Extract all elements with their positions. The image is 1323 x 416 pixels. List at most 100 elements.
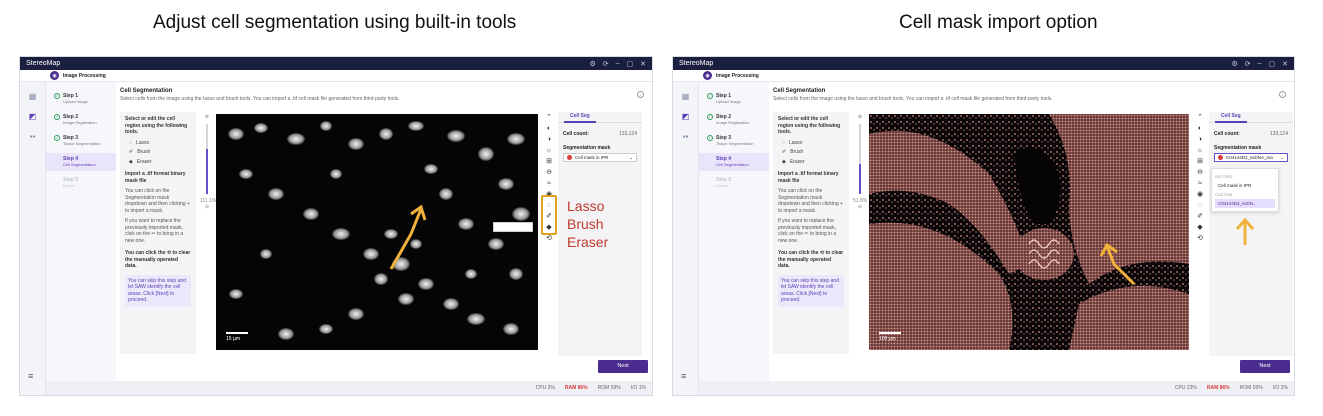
contrast-icon[interactable]: ◑ bbox=[544, 134, 554, 145]
mask-icon[interactable]: ≈ bbox=[1195, 178, 1205, 189]
zoom-reset-icon[interactable]: ⊖ bbox=[200, 204, 214, 210]
minimize-icon[interactable]: – bbox=[616, 60, 620, 68]
image-processing-icon[interactable]: ◩ bbox=[680, 112, 692, 122]
dashboard-icon[interactable]: ▦ bbox=[680, 92, 692, 102]
tab-image-processing[interactable]: Image Processing bbox=[716, 73, 759, 79]
annotation-eraser: Eraser bbox=[567, 234, 609, 250]
step-3[interactable]: ✓ Step 3 Tissue Segmentation bbox=[699, 132, 769, 150]
dropdown-option-custom[interactable]: C04144D2_ssDN... bbox=[1215, 199, 1275, 208]
import-header: Import a .tif format binary mask file bbox=[125, 171, 186, 184]
brush-tool-icon[interactable]: ✐ bbox=[1195, 211, 1205, 222]
clear-text: You can click the ⟲ to clear the manuall… bbox=[125, 250, 191, 269]
zoom-slider[interactable]: ⊕ 51.8% ⊖ bbox=[853, 114, 867, 224]
grid-icon[interactable]: ⊞ bbox=[544, 156, 554, 167]
layers-icon[interactable]: ◐ bbox=[1195, 123, 1205, 134]
step-3[interactable]: ✓ Step 3 Tissue Segmentation bbox=[46, 132, 116, 150]
brightness-icon[interactable]: ☼ bbox=[1195, 145, 1205, 156]
minimize-icon[interactable]: – bbox=[1258, 60, 1262, 68]
maximize-icon[interactable]: ▢ bbox=[1269, 60, 1276, 68]
contrast-icon[interactable]: ◑ bbox=[1195, 134, 1205, 145]
annotation-brush: Brush bbox=[567, 216, 604, 232]
info-icon[interactable]: i bbox=[637, 91, 644, 98]
grid-icon[interactable]: ⊞ bbox=[1195, 156, 1205, 167]
zoom-in-icon[interactable]: ⊕ bbox=[200, 114, 214, 120]
cell-count-value: 133,124 bbox=[618, 131, 637, 137]
seg-mask-dropdown: RECORD Cell mask in IPR CUSTOM C04144D2_… bbox=[1211, 168, 1279, 212]
status-bar: CPU 23% RAM 86% ROM 59% I/O 2% bbox=[769, 381, 1294, 395]
import-para-2: If you want to replace the previously im… bbox=[778, 218, 837, 244]
collapse-icon[interactable]: ⌃ bbox=[544, 112, 554, 123]
info-icon[interactable]: i bbox=[1279, 91, 1286, 98]
channel-icon[interactable]: ⊖ bbox=[544, 167, 554, 178]
apps-icon[interactable]: ▪▪ bbox=[27, 132, 39, 142]
layers-icon[interactable]: ◐ bbox=[544, 123, 554, 134]
window-title: StereoMap bbox=[26, 60, 61, 67]
tools-guide: Select or edit the cell region using the… bbox=[773, 112, 849, 354]
caption-right: Cell mask import option bbox=[899, 12, 1098, 33]
tab-image-processing[interactable]: Image Processing bbox=[63, 73, 106, 79]
page-description: Select cells from the image using the la… bbox=[773, 96, 1053, 102]
import-para-1: You can click on the Segmentation mask d… bbox=[778, 188, 843, 214]
tool-lasso-row: ◌ Lasso bbox=[782, 139, 803, 146]
lasso-tool-icon[interactable]: ◌ bbox=[1195, 200, 1205, 211]
left-rail: ▦ ◩ ▪▪ ≡ bbox=[20, 82, 46, 395]
tool-eraser-row: ◆ Eraser bbox=[129, 158, 152, 165]
step-list: ✓ Step 1 Upload Image ✓ Step 2 Image Registr… bbox=[699, 82, 769, 381]
dropdown-option-ipr[interactable]: Cell mask in IPR bbox=[1215, 181, 1275, 190]
step-2[interactable]: ✓ Step 2 Image Registration bbox=[699, 111, 769, 129]
app-logo-icon: ◉ bbox=[50, 71, 59, 80]
menu-icon[interactable]: ≡ bbox=[28, 371, 33, 381]
next-button[interactable]: Next bbox=[1240, 360, 1290, 373]
tools-header: Select or edit the cell region using the… bbox=[778, 116, 841, 135]
next-button[interactable]: Next bbox=[598, 360, 648, 373]
step-4[interactable]: Step 4 Cell Segmentation bbox=[699, 153, 769, 171]
visibility-icon[interactable]: ◉ bbox=[1195, 189, 1205, 200]
zoom-slider[interactable]: ⊕ 111.1% ⊖ bbox=[200, 114, 216, 224]
microscopy-image bbox=[216, 114, 538, 350]
close-icon[interactable]: ✕ bbox=[1282, 60, 1288, 68]
collapse-icon[interactable]: ⌃ bbox=[1195, 112, 1205, 123]
maximize-icon[interactable]: ▢ bbox=[627, 60, 634, 68]
settings-icon[interactable]: ⚙ bbox=[1231, 60, 1237, 68]
brush-size-handle[interactable] bbox=[493, 222, 533, 232]
dropdown-custom-caption: CUSTOM bbox=[1215, 192, 1233, 197]
cell-count-label: Cell count: bbox=[1214, 131, 1240, 137]
eraser-icon: ◆ bbox=[129, 158, 133, 165]
mask-color-dot bbox=[567, 155, 572, 160]
refresh-icon[interactable]: ⟳ bbox=[603, 60, 609, 68]
cell-count-label: Cell count: bbox=[563, 131, 589, 137]
app-window-left: StereoMap ⚙ ⟳ – ▢ ✕ ◉ Image Processing ▦ ◩ ▪… bbox=[19, 56, 653, 396]
image-processing-icon[interactable]: ◩ bbox=[27, 112, 39, 122]
zoom-reset-icon[interactable]: ⊖ bbox=[853, 204, 867, 210]
undo-icon[interactable]: ⟲ bbox=[1195, 233, 1205, 244]
tab-cell-seg[interactable]: Cell Seg bbox=[564, 112, 596, 123]
refresh-icon[interactable]: ⟳ bbox=[1245, 60, 1251, 68]
zoom-in-icon[interactable]: ⊕ bbox=[853, 114, 867, 120]
check-icon: ✓ bbox=[54, 135, 60, 141]
check-icon: ✓ bbox=[707, 114, 713, 120]
seg-mask-label: Segmentation mask bbox=[563, 145, 611, 151]
step-2[interactable]: ✓ Step 2 Image Registration bbox=[46, 111, 116, 129]
step-4[interactable]: Step 4 Cell Segmentation bbox=[46, 153, 116, 171]
window-title: StereoMap bbox=[679, 60, 714, 67]
up-arrow-annotation bbox=[1235, 217, 1255, 245]
step-1[interactable]: ✓ Step 1 Upload Image bbox=[46, 90, 116, 108]
image-viewer[interactable]: 15 µm bbox=[216, 114, 538, 350]
dashboard-icon[interactable]: ▦ bbox=[27, 92, 39, 102]
brightness-icon[interactable]: ☼ bbox=[544, 145, 554, 156]
app-window-right: StereoMap ⚙ ⟳ – ▢ ✕ ◉ Image Processing ▦ ◩ ▪… bbox=[672, 56, 1295, 396]
mask-icon[interactable]: ≈ bbox=[544, 178, 554, 189]
settings-icon[interactable]: ⚙ bbox=[589, 60, 595, 68]
close-icon[interactable]: ✕ bbox=[640, 60, 646, 68]
eraser-tool-icon[interactable]: ◆ bbox=[1195, 222, 1205, 233]
tab-cell-seg[interactable]: Cell Seg bbox=[1215, 112, 1247, 123]
seg-mask-select[interactable]: C04144D2_ssDNA_ma ⌄ bbox=[1214, 153, 1288, 162]
image-viewer[interactable]: 100 µm bbox=[869, 114, 1189, 350]
step-1[interactable]: ✓ Step 1 Upload Image bbox=[699, 90, 769, 108]
menu-icon[interactable]: ≡ bbox=[681, 371, 686, 381]
seg-mask-select[interactable]: Cell mask in IPR ⌄ bbox=[563, 153, 637, 162]
titlebar: StereoMap ⚙ ⟳ – ▢ ✕ bbox=[20, 57, 652, 70]
channel-icon[interactable]: ⊖ bbox=[1195, 167, 1205, 178]
apps-icon[interactable]: ▪▪ bbox=[680, 132, 692, 142]
titlebar: StereoMap ⚙ ⟳ – ▢ ✕ bbox=[673, 57, 1294, 70]
